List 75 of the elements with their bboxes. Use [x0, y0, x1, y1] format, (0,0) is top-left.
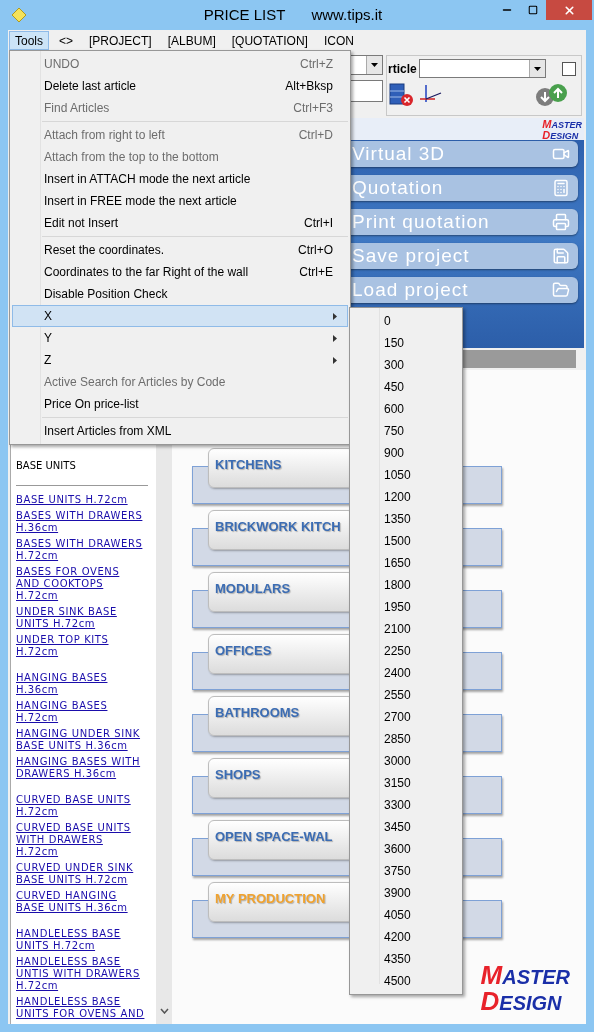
menu-item[interactable]: 4350 [350, 948, 462, 970]
printer-icon [552, 213, 570, 231]
category-link[interactable]: CURVED BASE UNITS WITH DRAWERS H.72cm [16, 822, 146, 858]
menu-item[interactable]: X [12, 305, 348, 327]
menu-item[interactable]: Coordinates to the far Right of the wall Ctrl+E [12, 261, 348, 283]
window-title: PRICE LIST [203, 4, 286, 25]
menu-item[interactable]: Price On price-list [12, 393, 348, 415]
folder-icon [552, 281, 570, 299]
menu-item[interactable]: 4200 [350, 926, 462, 948]
article-label: rticle [388, 60, 417, 78]
menu-item[interactable]: 1200 [350, 486, 462, 508]
app-icon [10, 6, 28, 24]
menu-bar-item[interactable]: Tools [9, 30, 49, 50]
shortcut-label: Ctrl+F3 [293, 100, 333, 117]
category-link[interactable]: HANGING BASES H.72cm [16, 700, 146, 724]
submenu-arrow-icon [333, 334, 337, 342]
category-link[interactable]: CURVED BASE UNITS H.72cm [16, 794, 146, 818]
menu-item[interactable]: 3750 [350, 860, 462, 882]
shortcut-label: Ctrl+E [299, 264, 333, 281]
category-link[interactable]: BASES WITH DRAWERS H.72cm [16, 538, 146, 562]
shortcut-label: Ctrl+Z [300, 56, 333, 73]
shortcut-label: Ctrl+O [298, 242, 333, 259]
menu-item[interactable]: Z [12, 349, 348, 371]
menu-item[interactable]: 600 [350, 398, 462, 420]
category-link[interactable]: HANGING UNDER SINK BASE UNITS H.36cm [16, 728, 146, 752]
logo: MASTER DESIGN [480, 962, 570, 1014]
menu-item[interactable]: 150 [350, 332, 462, 354]
cabinet-delete-icon [389, 83, 415, 107]
category-link[interactable]: BASES WITH DRAWERS H.36cm [16, 510, 146, 534]
menu-item[interactable]: Edit not Insert Ctrl+I [12, 212, 348, 234]
menu-item[interactable]: 300 [350, 354, 462, 376]
window-subtitle: www.tips.it [311, 4, 383, 25]
menu-item[interactable]: 1650 [350, 552, 462, 574]
category-link[interactable]: BASES FOR OVENS AND COOKTOPS H.72cm [16, 566, 146, 602]
menu-bar-item[interactable]: [PROJECT] [83, 30, 158, 50]
menu-item[interactable]: Insert in FREE mode the next article [12, 190, 348, 212]
menu-item[interactable]: 450 [350, 376, 462, 398]
category-link[interactable]: UNDER SINK BASE UNITS H.72cm [16, 606, 146, 630]
menu-item[interactable]: Disable Position Check [12, 283, 348, 305]
shortcut-label: Alt+Bksp [285, 78, 333, 95]
menu-bar-item[interactable]: [ALBUM] [161, 30, 222, 50]
category-link[interactable]: HANDLELESS BASE UNTIS WITH DRAWERS H.72cm [16, 956, 146, 992]
list-heading: BASE UNITS [16, 459, 77, 473]
article-dropdown[interactable] [418, 59, 546, 78]
category-link[interactable]: BASE UNITS H.72cm [16, 494, 146, 506]
menu-item[interactable]: Insert in ATTACH mode the next article [12, 168, 348, 190]
menu-item[interactable]: Delete last article Alt+Bksp [12, 75, 348, 97]
category-link[interactable]: HANDLELESS BASE UNITS FOR OVENS AND [16, 996, 146, 1020]
checkbox[interactable] [562, 61, 576, 76]
close-icon [562, 3, 576, 17]
menu-item[interactable]: Y [12, 327, 348, 349]
category-link[interactable]: HANDLELESS BASE UNITS H.72cm [16, 928, 146, 952]
dropdown-arrow-icon [371, 63, 378, 67]
category-link[interactable]: UNDER TOP KITS H.72cm [16, 634, 146, 658]
category-link[interactable]: CURVED HANGING BASE UNITS H.36cm [16, 890, 146, 914]
category-link[interactable]: HANGING BASES WITH DRAWERS H.36cm [16, 756, 146, 780]
menu-bar-item[interactable]: [QUOTATION] [225, 30, 314, 50]
shortcut-label: Ctrl+I [304, 215, 333, 232]
category-link[interactable]: HANGING BASES H.36cm [16, 672, 146, 696]
maximize-icon [528, 5, 538, 15]
menu-item[interactable]: Insert Articles from XML [12, 420, 348, 442]
logo: MASTER DESIGN [542, 119, 582, 140]
category-link[interactable]: CURVED UNDER SINK BASE UNITS H.72cm [16, 862, 146, 886]
dropdown-arrow-icon [533, 66, 541, 71]
shortcut-label: Ctrl+D [298, 127, 333, 144]
calculator-icon [552, 179, 570, 197]
menu-item[interactable]: 0 [350, 310, 462, 332]
scroll-down-icon [159, 1008, 169, 1014]
submenu-arrow-icon [333, 356, 337, 364]
menu-bar-item[interactable]: <> [53, 30, 80, 50]
submenu-arrow-icon [333, 312, 337, 320]
menu-item[interactable]: 4500 [350, 970, 462, 992]
menu-bar-item[interactable]: ICON [317, 30, 360, 50]
menu-item[interactable]: 750 [350, 420, 462, 442]
menu-item[interactable]: Reset the coordinates. Ctrl+O [12, 239, 348, 261]
